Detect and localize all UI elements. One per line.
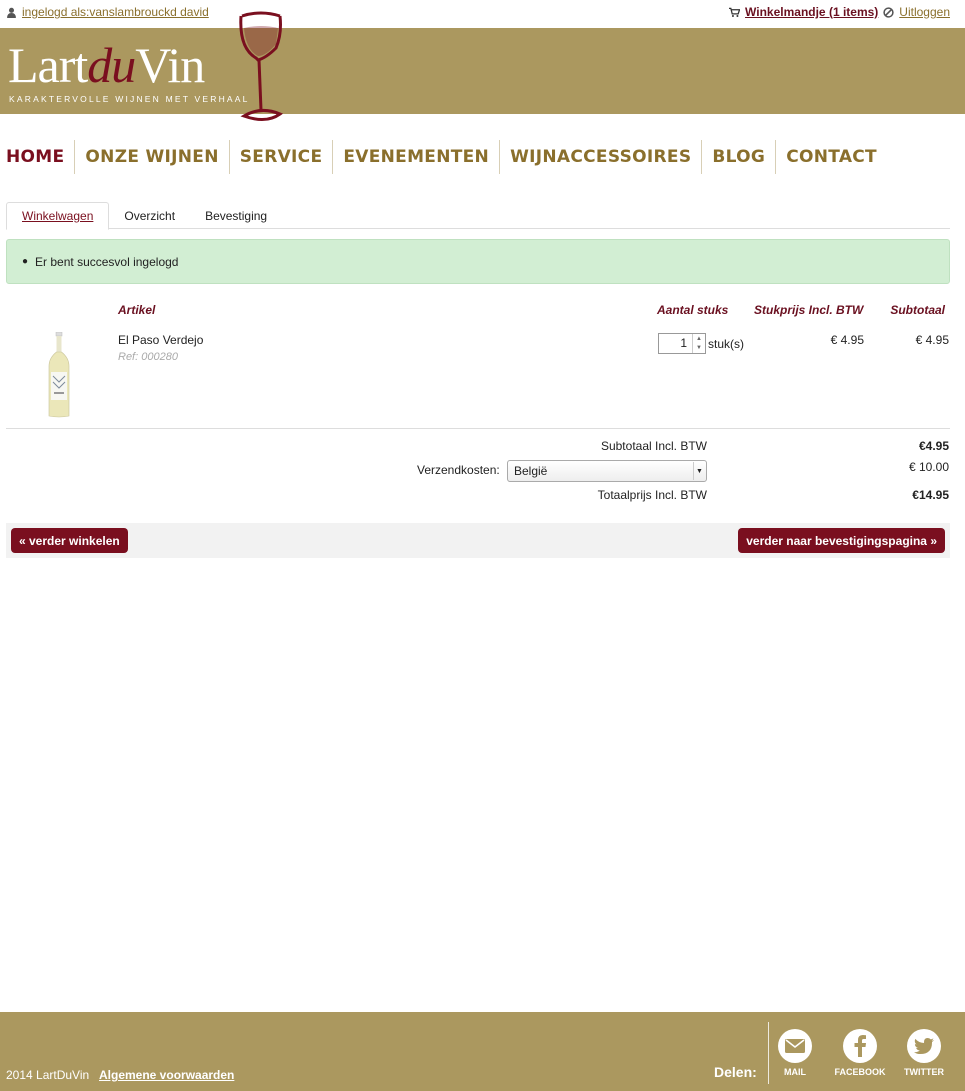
user-icon: [7, 7, 16, 18]
ban-icon: [883, 6, 894, 18]
terms-link[interactable]: Algemene voorwaarden: [99, 1068, 234, 1082]
nav-item-evenementen[interactable]: EVENEMENTEN: [333, 140, 501, 174]
login-status: ingelogd als:vanslambrouckd david: [6, 5, 209, 19]
site-logo[interactable]: LartduVin: [8, 40, 205, 90]
column-header-quantity: Aantal stuks: [657, 303, 729, 317]
unit-price: € 4.95: [830, 333, 864, 347]
site-tagline: KARAKTERVOLLE WIJNEN MET VERHAAL: [9, 94, 250, 104]
share-mail-label: MAIL: [784, 1067, 806, 1077]
share-mail-button[interactable]: MAIL: [765, 1029, 825, 1077]
column-header-article: Artikel: [118, 303, 156, 317]
wine-glass-logo-icon: [239, 11, 284, 121]
shipping-country-value: België: [514, 464, 548, 478]
nav-item-service[interactable]: SERVICE: [230, 140, 334, 174]
shipping-label: Verzendkosten:: [417, 463, 500, 477]
copyright-text: 2014 LartDuVin: [6, 1068, 90, 1082]
total-value: €14.95: [912, 488, 949, 502]
wine-bottle-image[interactable]: [47, 332, 71, 418]
subtotal-label: Subtotaal Incl. BTW: [600, 439, 707, 453]
checkout-steps: Winkelwagen Overzicht Bevestiging: [6, 202, 950, 230]
column-header-unit-price: Stukprijs Incl. BTW: [754, 303, 864, 317]
mail-icon: [785, 1039, 805, 1053]
cart-link[interactable]: Winkelmandje (1 items): [745, 5, 878, 19]
continue-to-confirmation-button[interactable]: verder naar bevestigingspagina »: [738, 528, 945, 553]
quantity-stepper[interactable]: 1 ▲ ▼: [658, 333, 706, 354]
site-header: LartduVin KARAKTERVOLLE WIJNEN MET VERHA…: [0, 28, 965, 114]
site-footer: 2014 LartDuVin Algemene voorwaarden Dele…: [0, 1012, 965, 1091]
row-subtotal: € 4.95: [915, 333, 949, 347]
logout-link[interactable]: Uitloggen: [899, 5, 950, 19]
tab-bevestiging[interactable]: Bevestiging: [190, 202, 282, 229]
nav-item-home[interactable]: HOME: [0, 140, 76, 174]
nav-item-contact[interactable]: CONTACT: [776, 140, 887, 174]
nav-item-blog[interactable]: BLOG: [702, 140, 777, 174]
shipping-value: € 10.00: [908, 460, 949, 474]
twitter-icon: [914, 1037, 934, 1054]
top-utility-bar: ingelogd als:vanslambrouckd david Winkel…: [0, 0, 965, 26]
cart-icon: [729, 7, 741, 17]
product-ref: Ref: 000280: [118, 351, 178, 363]
dropdown-arrow-icon: ▼: [693, 462, 705, 480]
logged-in-user-link[interactable]: ingelogd als:vanslambrouckd david: [22, 5, 209, 19]
shipping-country-select[interactable]: België ▼: [507, 460, 707, 482]
total-label: Totaalprijs Incl. BTW: [597, 488, 707, 502]
tab-winkelwagen[interactable]: Winkelwagen: [6, 202, 110, 230]
nav-item-wijnaccessoires[interactable]: WIJNACCESSOIRES: [500, 140, 703, 174]
continue-shopping-button[interactable]: « verder winkelen: [11, 528, 128, 553]
column-header-subtotal: Subtotaal: [890, 303, 945, 317]
quantity-unit: stuk(s): [708, 337, 744, 351]
subtotal-value: €4.95: [918, 439, 949, 453]
cart-action-bar: « verder winkelen verder naar bevestigin…: [6, 523, 950, 558]
share-facebook-button[interactable]: FACEBOOK: [830, 1029, 890, 1077]
main-navigation: HOME ONZE WIJNEN SERVICE EVENEMENTEN WIJ…: [0, 140, 887, 174]
quantity-spinner: ▲ ▼: [692, 334, 705, 353]
account-links: Winkelmandje (1 items) Uitloggen: [729, 5, 950, 19]
increment-icon[interactable]: ▲: [693, 334, 705, 344]
decrement-icon[interactable]: ▼: [693, 344, 705, 354]
cart-divider: [6, 428, 950, 429]
share-twitter-button[interactable]: TWITTER: [894, 1029, 954, 1077]
product-name[interactable]: El Paso Verdejo: [118, 333, 203, 347]
bullet-icon: ●: [22, 256, 29, 267]
tab-overzicht[interactable]: Overzicht: [109, 202, 190, 229]
nav-item-onze-wijnen[interactable]: ONZE WIJNEN: [75, 140, 230, 174]
success-alert: ● Er bent succesvol ingelogd: [6, 239, 950, 284]
alert-message: Er bent succesvol ingelogd: [35, 254, 179, 269]
share-twitter-label: TWITTER: [904, 1067, 944, 1077]
quantity-value[interactable]: 1: [659, 334, 692, 353]
share-facebook-label: FACEBOOK: [834, 1067, 886, 1077]
share-label: Delen:: [714, 1064, 757, 1080]
facebook-icon: [854, 1035, 866, 1057]
